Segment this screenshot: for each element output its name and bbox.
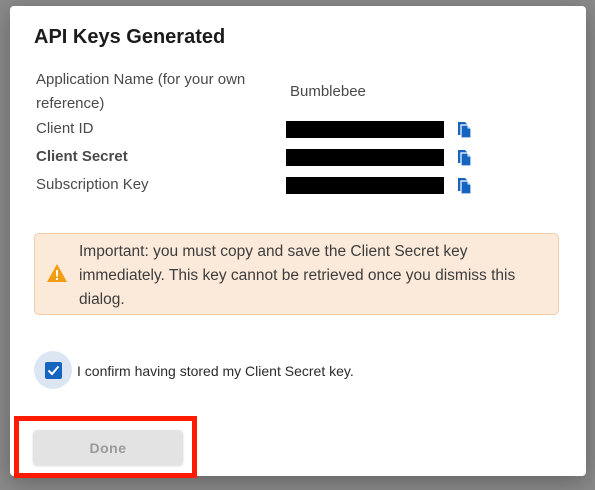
client-id-row: Client ID [36,117,556,141]
dialog-title: API Keys Generated [34,26,226,48]
app-name-label: Application Name (for your own reference… [36,71,246,112]
done-button[interactable]: Done [33,430,183,465]
copy-icon [458,150,472,167]
subscription-key-label: Subscription Key [36,176,149,193]
app-name-row: Application Name (for your own reference… [36,68,556,116]
client-id-value-redacted [286,121,444,138]
copy-icon [458,178,472,195]
client-secret-row: Client Secret [36,145,556,169]
warning-text: Important: you must copy and save the Cl… [79,243,516,308]
copy-client-id-button[interactable] [456,119,474,139]
api-keys-dialog: API Keys Generated Application Name (for… [10,6,586,476]
client-id-label: Client ID [36,120,94,137]
confirm-label[interactable]: I confirm having stored my Client Secret… [77,362,354,380]
subscription-key-row: Subscription Key [36,173,556,197]
copy-icon [458,122,472,139]
subscription-key-value-redacted [286,177,444,194]
confirm-checkbox[interactable] [45,362,62,379]
client-secret-label: Client Secret [36,148,128,165]
app-name-value: Bumblebee [290,83,366,100]
copy-subscription-key-button[interactable] [456,175,474,195]
client-secret-value-redacted [286,149,444,166]
copy-client-secret-button[interactable] [456,147,474,167]
warning-triangle-icon [47,264,67,282]
warning-alert: Important: you must copy and save the Cl… [34,233,559,315]
checkmark-icon [47,365,60,376]
